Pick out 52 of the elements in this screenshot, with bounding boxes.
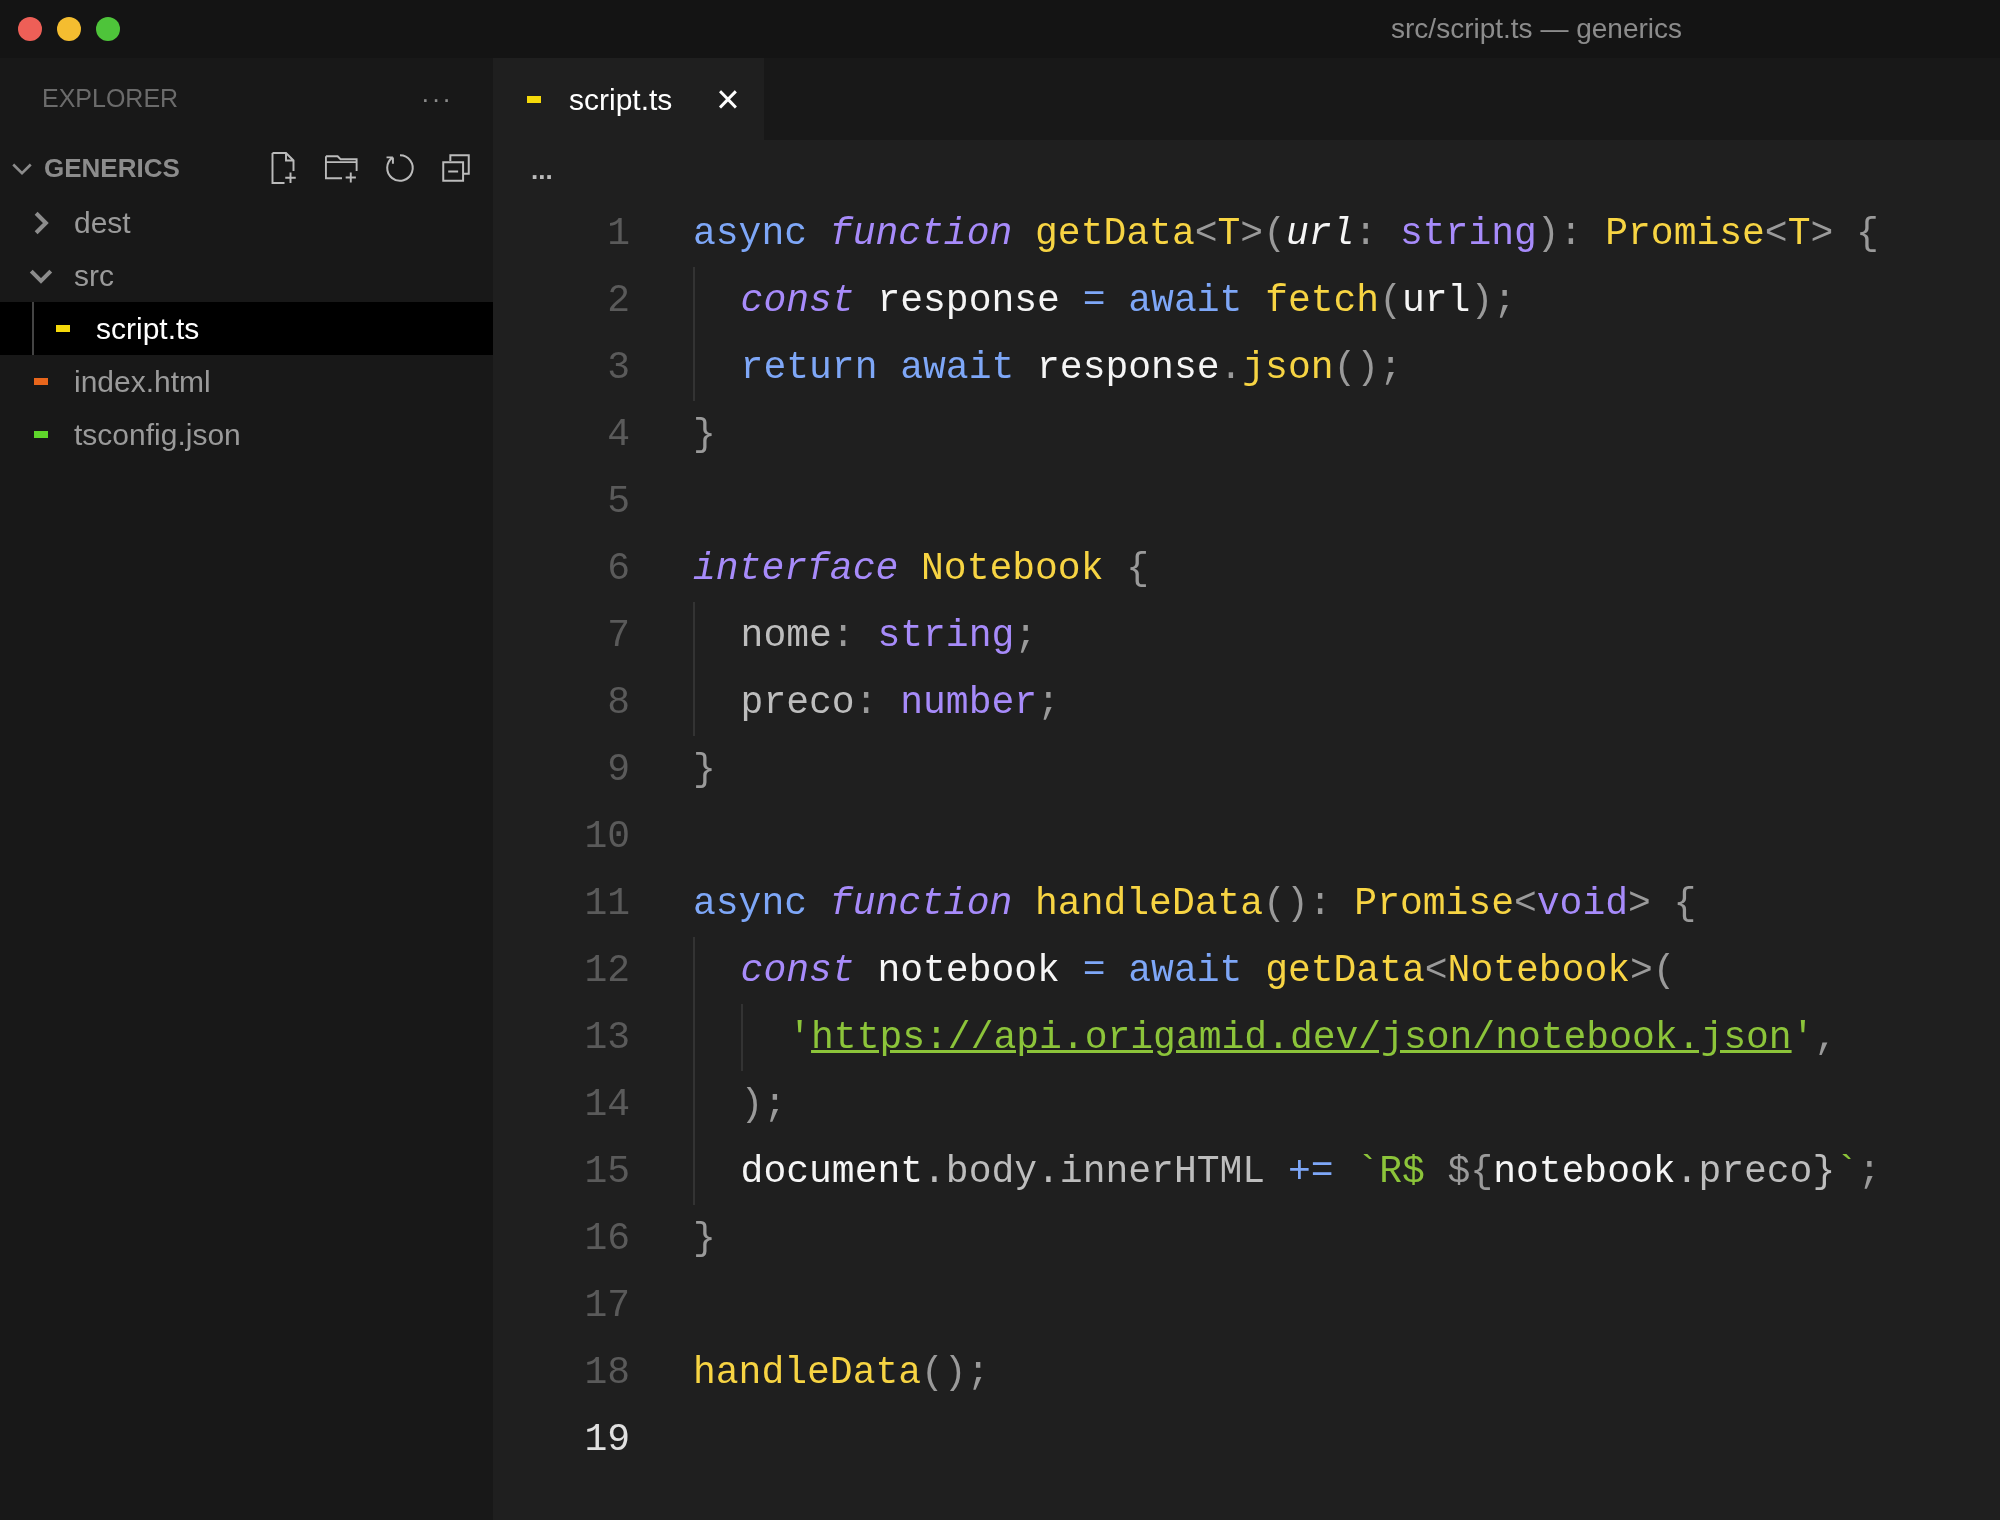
line-number: 11	[583, 881, 630, 927]
code-line: const response = await fetch(url);	[693, 267, 1516, 334]
tree-item[interactable]: tsconfig.json	[0, 408, 493, 461]
sidebar-title: EXPLORER	[42, 83, 179, 115]
code-line: const notebook = await getData<Notebook>(	[693, 937, 1676, 1004]
refresh-icon[interactable]	[383, 151, 417, 185]
line-number: 6	[606, 546, 630, 592]
close-tab-button[interactable]: ×	[716, 79, 740, 119]
code-line: document.body.innerHTML += `R$ ${notebook.preco}`;	[693, 1138, 1881, 1205]
line-number: 4	[606, 412, 630, 458]
line-number: 10	[583, 814, 630, 860]
collapse-all-icon[interactable]	[439, 151, 473, 185]
tree-item[interactable]: script.ts	[0, 302, 493, 355]
code-line: );	[693, 1071, 787, 1138]
line-number: 18	[583, 1350, 630, 1396]
code-line: handleData();	[693, 1350, 990, 1396]
line-number: 14	[583, 1082, 630, 1128]
line-number: 16	[583, 1216, 630, 1262]
maximize-window-button[interactable]	[96, 17, 120, 41]
code-line: nome: string;	[693, 602, 1038, 669]
line-number: 1	[606, 211, 630, 257]
code-line: interface Notebook {	[693, 546, 1150, 592]
code-line: 'https://api.origamid.dev/json/notebook.json',	[693, 1004, 1838, 1071]
tree-item[interactable]: index.html	[0, 355, 493, 408]
window-title: src/script.ts — generics	[1391, 12, 1682, 46]
tree-item[interactable]: src	[0, 249, 493, 302]
line-number: 5	[606, 479, 630, 525]
editor-tab[interactable]: script.ts ×	[493, 58, 764, 140]
line-number: 3	[606, 345, 630, 391]
close-window-button[interactable]	[18, 17, 42, 41]
line-number: 13	[583, 1015, 630, 1061]
line-number: 7	[606, 613, 630, 659]
minimize-window-button[interactable]	[57, 17, 81, 41]
code-line: }	[693, 1216, 716, 1262]
line-number: 8	[606, 680, 630, 726]
more-actions-button[interactable]: ···	[421, 79, 453, 119]
line-number: 19	[583, 1417, 630, 1463]
code-line: async function handleData(): Promise<void> {	[693, 881, 1697, 927]
code-line: preco: number;	[693, 669, 1060, 736]
code-line: }	[693, 412, 716, 458]
line-number: 9	[606, 747, 630, 793]
line-number: 17	[583, 1283, 630, 1329]
tree-item[interactable]: dest	[0, 196, 493, 249]
line-number: 15	[583, 1149, 630, 1195]
folder-section-title[interactable]: GENERICS	[44, 148, 180, 188]
breadcrumb[interactable]: ...	[531, 150, 553, 190]
tab-label[interactable]: script.ts	[569, 76, 673, 122]
line-number: 2	[606, 278, 630, 324]
line-number: 12	[583, 948, 630, 994]
code-line: }	[693, 747, 716, 793]
code-line: return await response.json();	[693, 334, 1402, 401]
code-line: async function getData<T>(url: string): Promise<T> {	[693, 211, 1879, 257]
